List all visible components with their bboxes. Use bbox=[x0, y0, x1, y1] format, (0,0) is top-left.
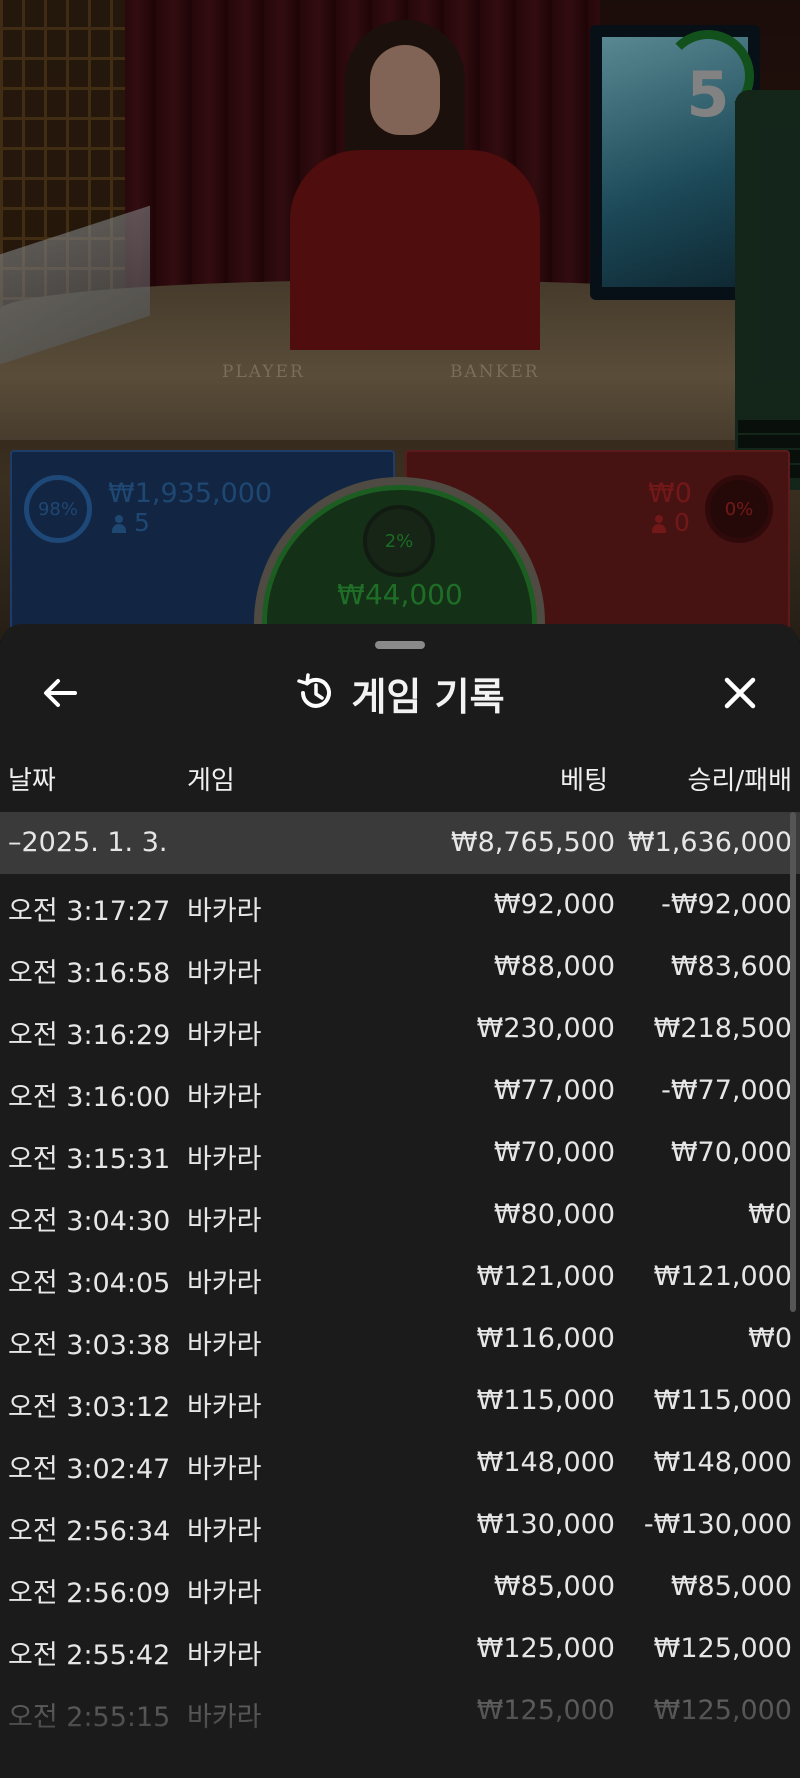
history-row[interactable]: 오전 3:16:00 바카라 ₩77,000 -₩77,000 bbox=[0, 1060, 800, 1122]
history-row[interactable]: 오전 3:16:29 바카라 ₩230,000 ₩218,500 bbox=[0, 998, 800, 1060]
history-row[interactable]: 오전 2:55:42 바카라 ₩125,000 ₩125,000 bbox=[0, 1618, 800, 1680]
row-game: 바카라 bbox=[187, 1020, 262, 1051]
history-row[interactable]: 오전 2:56:09 바카라 ₩85,000 ₩85,000 bbox=[0, 1556, 800, 1618]
history-row[interactable]: 오전 2:55:15 바카라 ₩125,000 ₩125,000 bbox=[0, 1680, 800, 1742]
row-result: ₩218,500 bbox=[653, 1013, 792, 1044]
row-game: 바카라 bbox=[187, 1206, 262, 1237]
drag-handle[interactable] bbox=[375, 641, 425, 649]
row-result: ₩121,000 bbox=[653, 1261, 792, 1292]
arrow-left-icon bbox=[44, 679, 77, 707]
row-game: 바카라 bbox=[187, 1082, 262, 1113]
row-game: 바카라 bbox=[187, 1392, 262, 1423]
history-row[interactable]: 오전 3:03:12 바카라 ₩115,000 ₩115,000 bbox=[0, 1370, 800, 1432]
history-row[interactable]: 오전 3:04:05 바카라 ₩121,000 ₩121,000 bbox=[0, 1246, 800, 1308]
column-header-date: 날짜 bbox=[8, 766, 56, 796]
date-group-total-bet: ₩8,765,500 bbox=[450, 827, 615, 858]
history-list: 오전 3:17:27 바카라 ₩92,000 -₩92,000 오전 3:16:… bbox=[0, 874, 800, 1742]
close-button[interactable] bbox=[708, 666, 772, 720]
row-time: 오전 2:55:42 bbox=[8, 1640, 171, 1671]
column-header-bet: 베팅 bbox=[560, 766, 608, 796]
history-row[interactable]: 오전 3:03:38 바카라 ₩116,000 ₩0 bbox=[0, 1308, 800, 1370]
row-result: -₩77,000 bbox=[661, 1075, 792, 1106]
row-time: 오전 3:16:58 bbox=[8, 958, 171, 989]
row-time: 오전 3:15:31 bbox=[8, 1144, 171, 1175]
row-result: ₩0 bbox=[748, 1199, 792, 1230]
row-result: ₩148,000 bbox=[653, 1447, 792, 1478]
row-bet: ₩115,000 bbox=[476, 1385, 615, 1416]
row-time: 오전 3:03:12 bbox=[8, 1392, 171, 1423]
row-game: 바카라 bbox=[187, 1144, 262, 1175]
row-game: 바카라 bbox=[187, 1268, 262, 1299]
row-bet: ₩230,000 bbox=[476, 1013, 615, 1044]
close-icon bbox=[724, 677, 756, 709]
row-result: -₩130,000 bbox=[643, 1509, 792, 1540]
row-bet: ₩85,000 bbox=[493, 1571, 615, 1602]
modal-backdrop[interactable] bbox=[0, 0, 800, 640]
row-game: 바카라 bbox=[187, 1702, 262, 1733]
history-row[interactable]: 오전 3:02:47 바카라 ₩148,000 ₩148,000 bbox=[0, 1432, 800, 1494]
scrollbar[interactable] bbox=[790, 812, 796, 1312]
history-row[interactable]: 오전 3:15:31 바카라 ₩70,000 ₩70,000 bbox=[0, 1122, 800, 1184]
row-bet: ₩92,000 bbox=[493, 889, 615, 920]
row-result: -₩92,000 bbox=[661, 889, 792, 920]
back-button[interactable] bbox=[28, 666, 92, 720]
row-time: 오전 3:17:27 bbox=[8, 896, 171, 927]
history-row[interactable]: 오전 2:56:34 바카라 ₩130,000 -₩130,000 bbox=[0, 1494, 800, 1556]
row-bet: ₩121,000 bbox=[476, 1261, 615, 1292]
row-bet: ₩125,000 bbox=[476, 1633, 615, 1664]
game-history-sheet: 게임 기록 날짜 게임 베팅 승리/패배 –2025. 1. 3. ₩8,765… bbox=[0, 624, 800, 1778]
history-row[interactable]: 오전 3:04:30 바카라 ₩80,000 ₩0 bbox=[0, 1184, 800, 1246]
row-result: ₩70,000 bbox=[670, 1137, 792, 1168]
row-result: ₩115,000 bbox=[653, 1385, 792, 1416]
row-result: ₩85,000 bbox=[670, 1571, 792, 1602]
history-row[interactable]: 오전 3:16:58 바카라 ₩88,000 ₩83,600 bbox=[0, 936, 800, 998]
row-game: 바카라 bbox=[187, 958, 262, 989]
sheet-title: 게임 기록 bbox=[351, 674, 505, 719]
row-time: 오전 2:55:15 bbox=[8, 1702, 171, 1733]
history-icon bbox=[297, 673, 332, 708]
row-time: 오전 3:02:47 bbox=[8, 1454, 171, 1485]
row-game: 바카라 bbox=[187, 1454, 262, 1485]
row-bet: ₩77,000 bbox=[493, 1075, 615, 1106]
row-result: ₩125,000 bbox=[653, 1633, 792, 1664]
row-game: 바카라 bbox=[187, 1578, 262, 1609]
sheet-header: 게임 기록 bbox=[0, 666, 800, 720]
live-video-feed: PLAYER BANKER 5 98% ₩1,935,000 5 ₩0 0 0%… bbox=[0, 0, 800, 640]
column-header-result: 승리/패배 bbox=[687, 766, 792, 796]
row-time: 오전 2:56:09 bbox=[8, 1578, 171, 1609]
date-group-total-result: ₩1,636,000 bbox=[627, 827, 792, 858]
row-result: ₩83,600 bbox=[670, 951, 792, 982]
row-bet: ₩148,000 bbox=[476, 1447, 615, 1478]
row-bet: ₩70,000 bbox=[493, 1137, 615, 1168]
row-time: 오전 3:04:05 bbox=[8, 1268, 171, 1299]
row-bet: ₩125,000 bbox=[476, 1695, 615, 1726]
row-bet: ₩116,000 bbox=[476, 1323, 615, 1354]
row-game: 바카라 bbox=[187, 1516, 262, 1547]
row-game: 바카라 bbox=[187, 896, 262, 927]
row-bet: ₩88,000 bbox=[493, 951, 615, 982]
history-row[interactable]: 오전 3:17:27 바카라 ₩92,000 -₩92,000 bbox=[0, 874, 800, 936]
column-header-game: 게임 bbox=[187, 766, 235, 796]
row-bet: ₩130,000 bbox=[476, 1509, 615, 1540]
row-result: ₩125,000 bbox=[653, 1695, 792, 1726]
row-bet: ₩80,000 bbox=[493, 1199, 615, 1230]
row-time: 오전 2:56:34 bbox=[8, 1516, 171, 1547]
row-time: 오전 3:16:00 bbox=[8, 1082, 171, 1113]
row-time: 오전 3:03:38 bbox=[8, 1330, 171, 1361]
row-time: 오전 3:16:29 bbox=[8, 1020, 171, 1051]
row-result: ₩0 bbox=[748, 1323, 792, 1354]
row-time: 오전 3:04:30 bbox=[8, 1206, 171, 1237]
row-game: 바카라 bbox=[187, 1330, 262, 1361]
date-group-label: –2025. 1. 3. bbox=[8, 827, 168, 858]
date-group-row[interactable]: –2025. 1. 3. ₩8,765,500 ₩1,636,000 bbox=[0, 812, 800, 874]
row-game: 바카라 bbox=[187, 1640, 262, 1671]
